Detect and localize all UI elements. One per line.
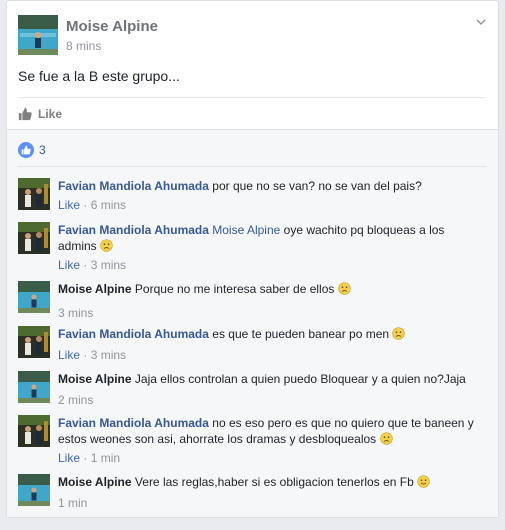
frown-emoji-icon: [392, 327, 406, 340]
comment-time[interactable]: 3 mins: [58, 306, 93, 320]
frown-emoji-icon: [338, 282, 351, 295]
avatar[interactable]: [18, 281, 50, 313]
frown-emoji-icon: [100, 239, 113, 252]
separator-dot: ·: [83, 258, 88, 272]
divider: [18, 97, 486, 98]
like-button[interactable]: Like: [18, 105, 62, 123]
comment-like-link[interactable]: Like: [58, 451, 80, 465]
avatar[interactable]: [18, 178, 50, 210]
chevron-down-icon[interactable]: [476, 17, 486, 27]
comment-author[interactable]: Favian Mandiola Ahumada: [58, 327, 209, 341]
mention-link[interactable]: Moise Alpine: [212, 223, 280, 237]
separator-dot: ·: [83, 348, 88, 362]
comment-time[interactable]: 6 mins: [91, 198, 126, 212]
frown-emoji-icon: [379, 432, 393, 445]
comment-time[interactable]: 1 min: [58, 496, 87, 510]
comment-time[interactable]: 3 mins: [91, 258, 126, 272]
separator-dot: ·: [83, 451, 88, 465]
comments-section: 3 Favian Mandiola Ahumada por que no se …: [7, 129, 498, 517]
comment-like-link[interactable]: Like: [58, 198, 80, 212]
separator-dot: ·: [83, 198, 88, 212]
divider: [18, 166, 486, 167]
comment-author[interactable]: Moise Alpine: [58, 372, 132, 386]
comment-time[interactable]: 1 min: [91, 451, 120, 465]
comment-author[interactable]: Moise Alpine: [58, 475, 132, 489]
comment-author[interactable]: Moise Alpine: [58, 282, 132, 296]
comment-text: Vere las reglas,haber si es obligacion t…: [134, 475, 414, 489]
avatar[interactable]: [18, 222, 50, 254]
post-card: Moise Alpine 8 mins Se fue a la B este g…: [6, 0, 499, 518]
avatar[interactable]: [18, 326, 50, 358]
reaction-count: 3: [39, 143, 46, 157]
comment-like-link[interactable]: Like: [58, 348, 80, 362]
comment-text: es que te pueden banear po men: [212, 327, 390, 341]
post-timestamp[interactable]: 8 mins: [66, 39, 101, 53]
comment-like-link[interactable]: Like: [58, 258, 80, 272]
like-reaction-icon: [18, 142, 34, 158]
comment-author[interactable]: Favian Mandiola Ahumada: [58, 179, 209, 193]
comment-time[interactable]: 2 mins: [58, 393, 93, 407]
post-text: Se fue a la B este grupo...: [18, 68, 180, 84]
avatar[interactable]: [18, 15, 58, 55]
avatar[interactable]: [18, 415, 50, 447]
comment-text: por que no se van? no se van del pais?: [212, 179, 422, 193]
comment-text: Jaja ellos controlan a quien puedo Bloqu…: [134, 372, 466, 386]
post-author[interactable]: Moise Alpine: [66, 18, 158, 35]
comment-time[interactable]: 3 mins: [91, 348, 126, 362]
thumbs-up-icon: [18, 107, 32, 121]
comment-text: Porque no me interesa saber de ellos: [134, 282, 335, 296]
avatar[interactable]: [18, 474, 50, 506]
avatar[interactable]: [18, 371, 50, 403]
comment-author[interactable]: Favian Mandiola Ahumada: [58, 223, 209, 237]
comment-author[interactable]: Favian Mandiola Ahumada: [58, 416, 209, 430]
reaction-summary[interactable]: 3: [18, 142, 46, 158]
like-label: Like: [38, 107, 63, 121]
smile-emoji-icon: [417, 475, 430, 488]
